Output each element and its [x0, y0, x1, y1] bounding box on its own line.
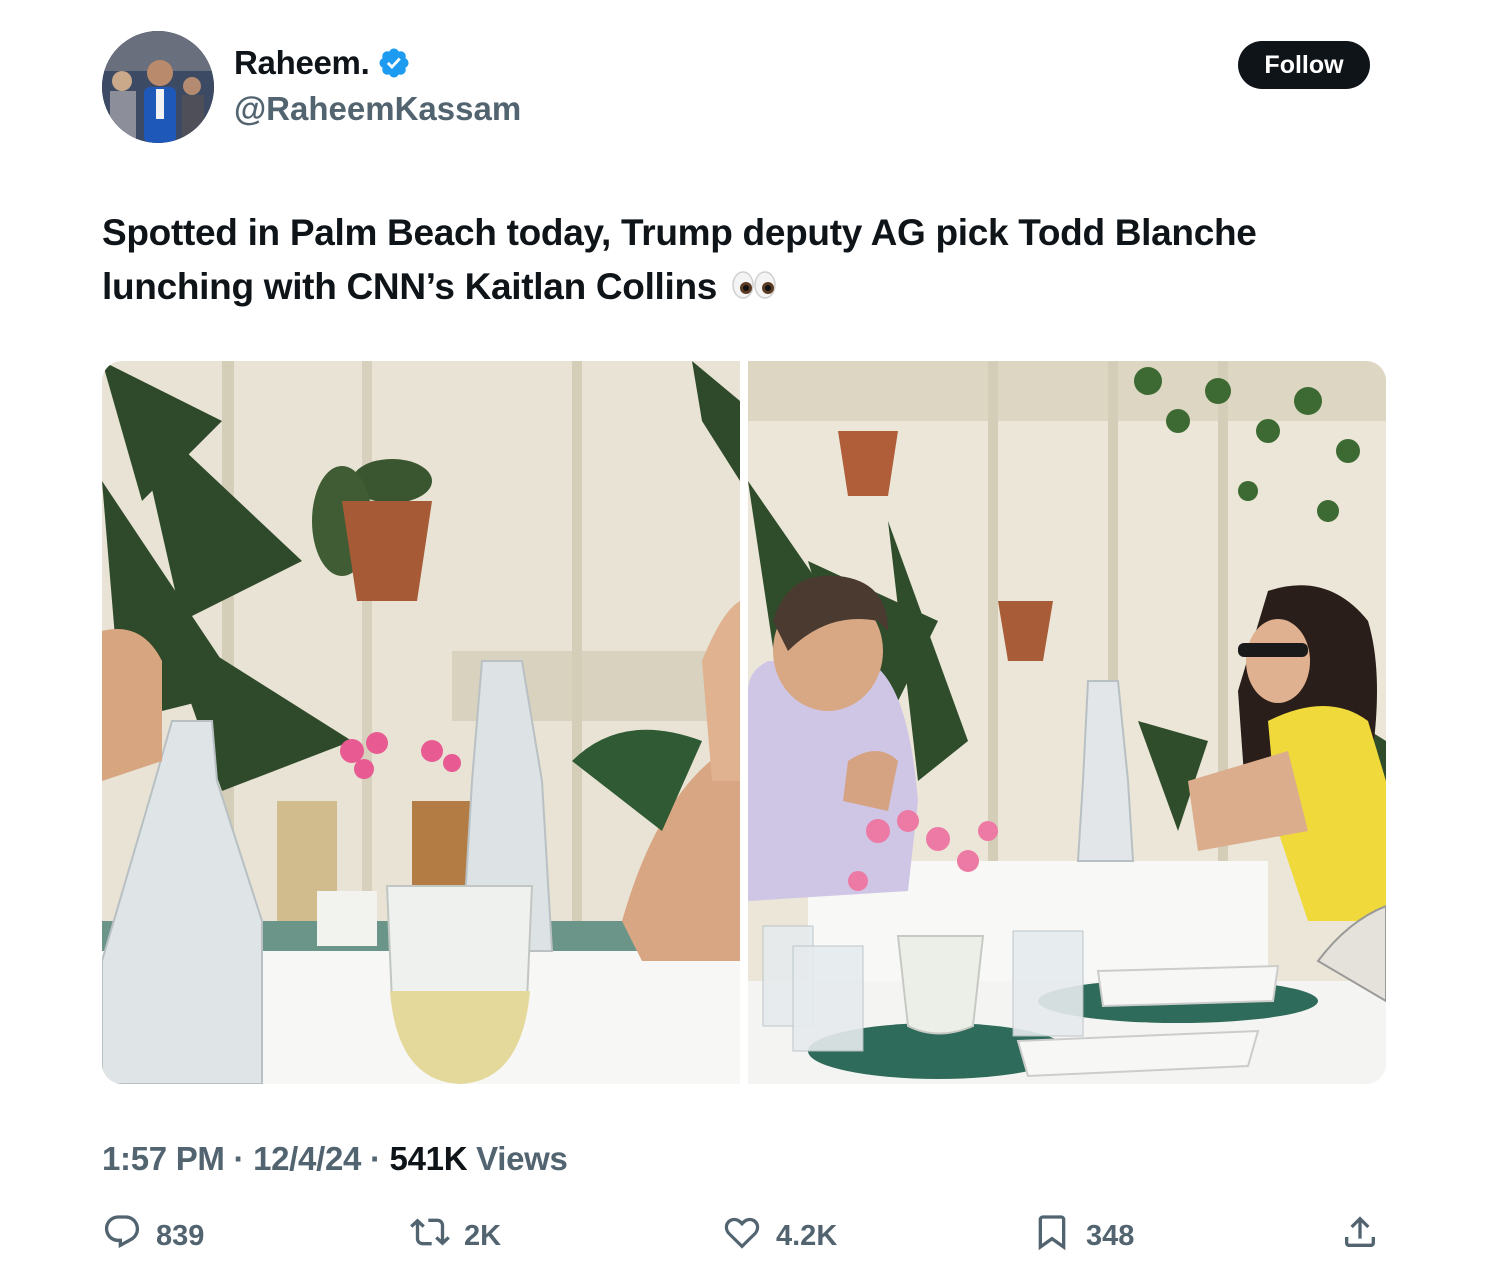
photo-right-image: [748, 361, 1386, 1084]
tweet-time[interactable]: 1:57 PM: [102, 1140, 225, 1177]
avatar[interactable]: [102, 31, 214, 143]
tweet-text: Spotted in Palm Beach today, Trump deput…: [102, 206, 1402, 316]
share-icon: [1340, 1212, 1380, 1260]
views-count: 541K: [389, 1140, 468, 1177]
like-count: 4.2K: [776, 1219, 838, 1252]
photo-right[interactable]: [748, 361, 1386, 1084]
author-handle[interactable]: @RaheemKassam: [234, 90, 521, 128]
reply-icon: [102, 1212, 142, 1260]
share-button[interactable]: [1340, 1212, 1380, 1260]
author-display-name[interactable]: Raheem.: [234, 44, 370, 82]
bookmark-count: 348: [1086, 1219, 1135, 1252]
bookmark-icon: [1032, 1212, 1072, 1260]
tweet-body: Spotted in Palm Beach today, Trump deput…: [102, 212, 1257, 307]
bookmark-button[interactable]: 348: [1032, 1212, 1134, 1260]
tweet-date[interactable]: 12/4/24: [253, 1140, 361, 1177]
follow-button[interactable]: Follow: [1238, 41, 1370, 89]
action-bar: 839 2K 4.2K 348: [102, 1212, 1386, 1262]
photo-left-image: [102, 361, 740, 1084]
meta-separator: ·: [369, 1140, 381, 1177]
meta-separator: ·: [233, 1140, 245, 1177]
repost-count: 2K: [464, 1219, 502, 1252]
avatar-photo: [102, 31, 214, 143]
like-button[interactable]: 4.2K: [722, 1212, 837, 1260]
reply-button[interactable]: 839: [102, 1212, 204, 1260]
heart-icon: [722, 1212, 762, 1260]
repost-icon: [410, 1212, 450, 1260]
verified-badge-icon: [377, 46, 411, 80]
media-grid[interactable]: [102, 361, 1386, 1084]
photo-left[interactable]: [102, 361, 740, 1084]
repost-button[interactable]: 2K: [410, 1212, 501, 1260]
reply-count: 839: [156, 1219, 205, 1252]
eyes-emoji-icon: [731, 262, 777, 316]
tweet-meta: 1:57 PM · 12/4/24 · 541K Views: [102, 1140, 568, 1178]
views-label: Views: [476, 1140, 568, 1177]
author-name-row[interactable]: Raheem.: [234, 44, 411, 82]
